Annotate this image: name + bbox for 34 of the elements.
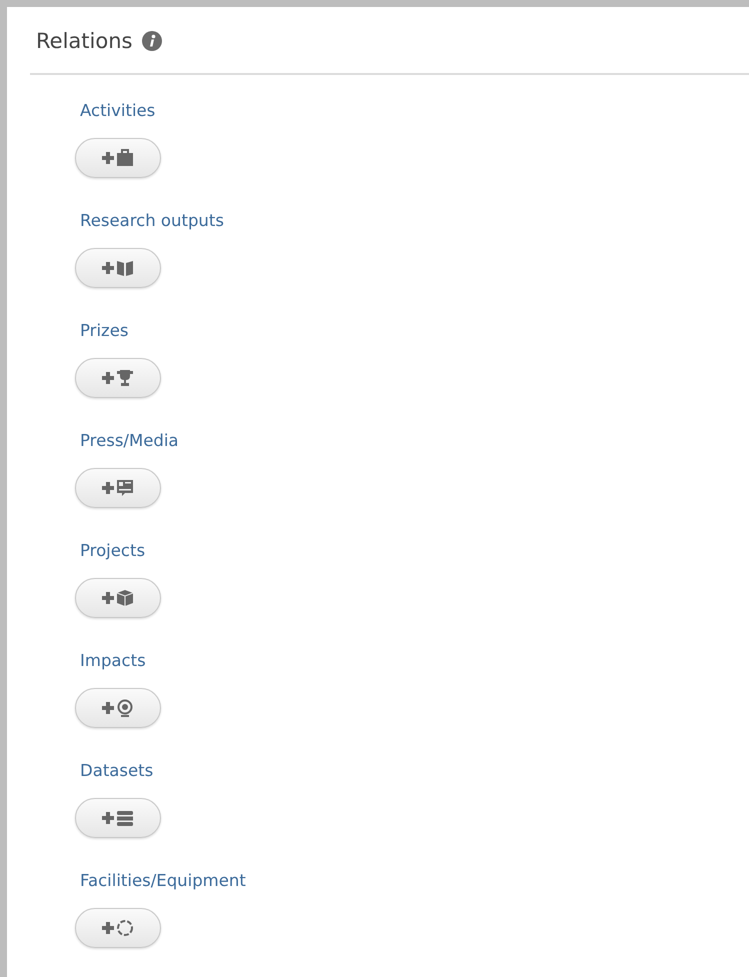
plus-icon xyxy=(102,372,114,384)
add-relation-button[interactable] xyxy=(75,908,161,948)
trophy-icon xyxy=(116,369,134,387)
plus-icon xyxy=(102,592,114,604)
plus-icon xyxy=(102,262,114,274)
database-icon xyxy=(116,809,134,827)
newspaper-icon xyxy=(116,479,134,497)
add-relation-button[interactable] xyxy=(75,138,161,178)
plus-icon xyxy=(102,152,114,164)
relation-label: Prizes xyxy=(80,320,128,342)
relation-label: Research outputs xyxy=(80,210,224,232)
info-icon[interactable] xyxy=(142,31,162,51)
plus-icon xyxy=(102,702,114,714)
plus-icon xyxy=(102,922,114,934)
relation-label: Datasets xyxy=(80,760,154,782)
plus-icon xyxy=(102,482,114,494)
plus-icon xyxy=(102,812,114,824)
target-icon xyxy=(116,699,134,717)
ring-icon xyxy=(116,919,134,937)
add-relation-button[interactable] xyxy=(75,578,161,618)
relation-label: Press/Media xyxy=(80,430,179,452)
add-relation-button[interactable] xyxy=(75,248,161,288)
relation-label: Activities xyxy=(80,100,156,122)
add-relation-button[interactable] xyxy=(75,798,161,838)
relation-label: Impacts xyxy=(80,650,146,672)
panel-title: Relations xyxy=(36,29,132,53)
add-relation-button[interactable] xyxy=(75,688,161,728)
relation-label: Projects xyxy=(80,540,146,562)
add-relation-button[interactable] xyxy=(75,358,161,398)
briefcase-icon xyxy=(116,149,134,167)
cube-icon xyxy=(116,589,134,607)
relation-label: Facilities/Equipment xyxy=(80,870,246,892)
add-relation-button[interactable] xyxy=(75,468,161,508)
book-icon xyxy=(116,259,134,277)
